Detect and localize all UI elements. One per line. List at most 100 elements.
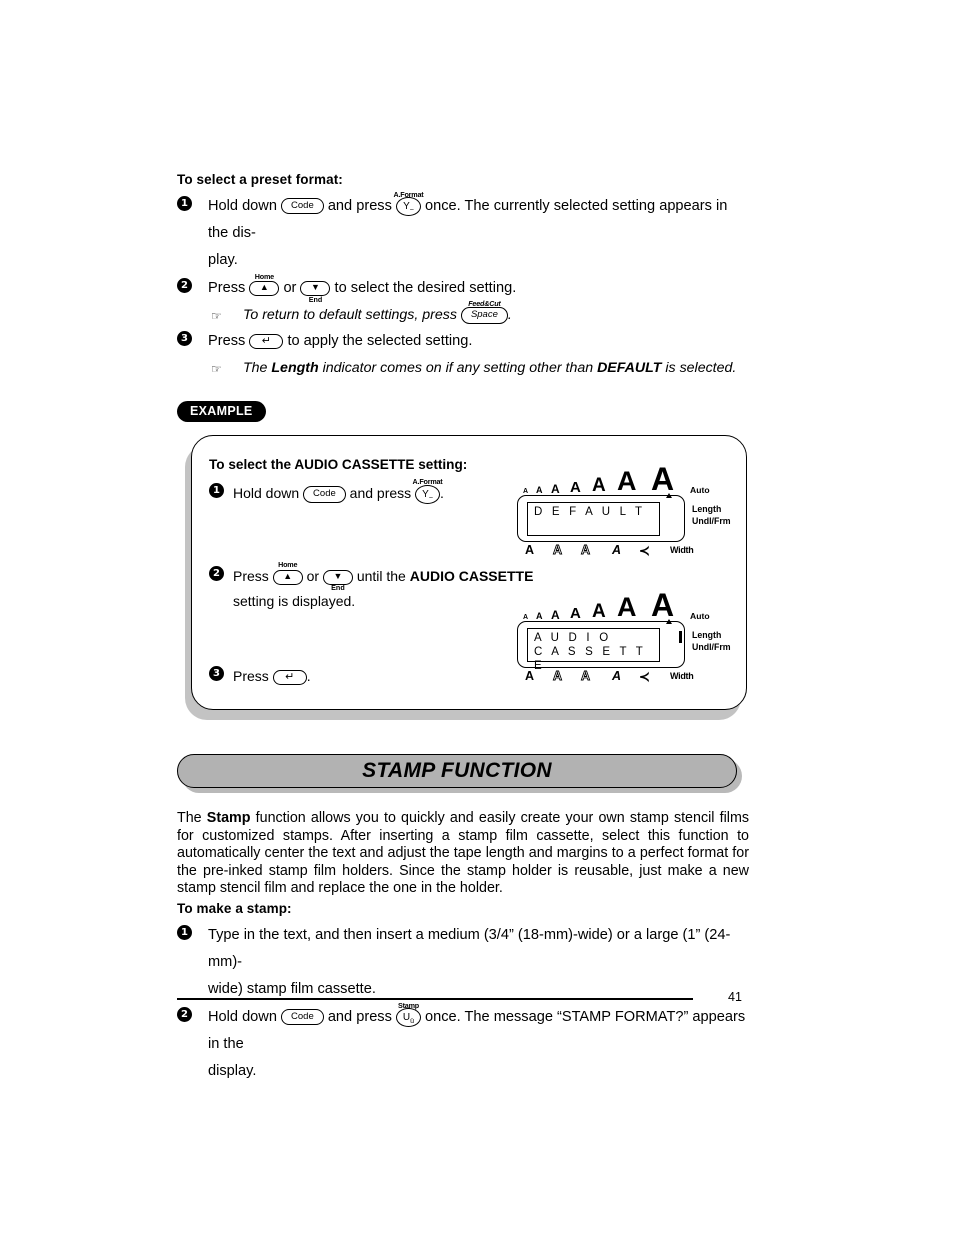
- preset-note-1: ☞ To return to default settings, press F…: [177, 299, 749, 328]
- style-icon-normal: A: [525, 669, 535, 683]
- paragraph-part-2: function allows you to quickly and easil…: [177, 810, 749, 897]
- step-text: or: [306, 568, 320, 584]
- key-enter[interactable]: ↵: [249, 328, 284, 355]
- stamp-step-1: 1 Type in the text, and then insert a me…: [177, 922, 749, 1003]
- key-u-stamp[interactable]: Stamp Uü: [395, 1001, 421, 1031]
- step-text: and press: [327, 198, 392, 214]
- step-number: 1: [177, 924, 192, 940]
- size-letter: A: [651, 461, 675, 497]
- step-number: 3: [177, 331, 192, 346]
- key-code[interactable]: Code: [281, 1004, 324, 1031]
- step-text: Type in the text, and then insert a medi…: [208, 926, 731, 970]
- key-space-feedcut[interactable]: Feed&Cut Space: [460, 299, 508, 328]
- preset-format-heading: To select a preset format:: [177, 172, 343, 187]
- style-icon-outline: A: [553, 543, 563, 558]
- step-text: and press: [327, 1008, 392, 1025]
- preset-step-1: 1 Hold down Code and press A.Format Y~ on…: [177, 190, 749, 274]
- step-text: until the: [356, 568, 406, 584]
- step-number: 1: [209, 483, 224, 498]
- key-up-top-label: Home: [254, 272, 274, 281]
- key-code-label: Code: [303, 486, 346, 503]
- step-text: to apply the selected setting.: [287, 333, 473, 349]
- key-down-bot-label: End: [331, 583, 345, 592]
- key-enter[interactable]: ↵: [272, 664, 307, 689]
- pointing-hand-icon: ☞: [211, 309, 222, 323]
- key-down-end[interactable]: ▼ End: [300, 275, 331, 304]
- preset-step-2: 2 Press Home ▲ or ▼ End to select the desi…: [177, 272, 749, 304]
- key-code-label: Code: [281, 1008, 324, 1026]
- key-up-top-label: Home: [278, 560, 298, 569]
- lcd-text-line-1: A U D I O: [534, 632, 612, 644]
- lcd-display-audio-cassette: A A A A A A A Auto A U D I O C A S S E T…: [517, 588, 731, 689]
- example-bold-audio-cassette: AUDIO CASSETTE: [409, 568, 534, 584]
- lcd-auto-label: Auto: [690, 485, 710, 495]
- step-text: Press: [233, 668, 269, 684]
- pointing-hand-icon: ☞: [211, 362, 222, 376]
- step-text-wrap: display.: [208, 1062, 257, 1079]
- step-text: Hold down: [208, 198, 277, 214]
- step-text: and press: [349, 485, 412, 501]
- step-text: Press: [233, 568, 269, 584]
- preset-note-2: ☞ The Length indicator comes on if any s…: [177, 356, 749, 381]
- lcd-bottom-indicators-default: A A A A ≺ Width: [517, 543, 694, 563]
- lcd-undl-frm-label: Undl/Frm: [692, 515, 731, 526]
- style-icon-flag: ≺: [639, 669, 650, 684]
- style-icon-outline: A: [553, 669, 563, 684]
- style-icon-italic: A: [612, 543, 622, 557]
- lcd-screen-audio: A U D I O C A S S E T T E: [527, 628, 660, 672]
- size-letter: A: [570, 605, 581, 622]
- key-code[interactable]: Code: [281, 193, 324, 220]
- style-icon-shadow: A: [581, 669, 591, 684]
- style-icon-flag: ≺: [639, 543, 650, 558]
- manual-page: To select a preset format: 1 Hold down C…: [0, 0, 954, 1235]
- step-number: 3: [209, 666, 224, 681]
- note-bold-default: DEFAULT: [597, 360, 662, 376]
- step-text: Hold down: [233, 485, 300, 501]
- size-letter: A: [536, 485, 543, 495]
- style-icon-normal: A: [525, 543, 535, 557]
- key-y-aformat[interactable]: A.Format Y~: [413, 477, 443, 506]
- step-text: Hold down: [208, 1008, 277, 1025]
- key-u-top-label: Stamp: [397, 1000, 419, 1010]
- lcd-size-scale-audio: A A A A A A A: [523, 588, 675, 621]
- note-text-end: .: [507, 307, 512, 323]
- step-number: 1: [177, 196, 192, 211]
- key-up-home[interactable]: Home ▲: [272, 560, 303, 589]
- lcd-bottom-indicators-audio: A A A A ≺ Width: [517, 669, 694, 689]
- style-icon-shadow: A: [581, 543, 591, 558]
- stamp-intro-paragraph: The Stamp function allows you to quickly…: [177, 810, 749, 898]
- lcd-size-scale-default: A A A A A A A: [523, 462, 675, 495]
- step-text: or: [283, 280, 297, 296]
- page-number: 41: [728, 990, 742, 1004]
- step-text-wrap: wide) stamp film cassette.: [208, 980, 376, 997]
- step-text-end: .: [306, 668, 311, 684]
- step-text: Press: [208, 333, 246, 349]
- note-bold-length: Length: [271, 360, 319, 376]
- key-space-top-label: Feed&Cut: [468, 299, 501, 308]
- key-code[interactable]: Code: [303, 481, 346, 506]
- key-y-top-label: A.Format: [393, 190, 424, 199]
- key-up-home[interactable]: Home ▲: [249, 272, 280, 302]
- lcd-length-label: Length: [692, 630, 722, 640]
- paragraph-bold-stamp: Stamp: [206, 810, 251, 826]
- lcd-frame-audio: Auto A U D I O C A S S E T T E Length Un…: [517, 611, 731, 672]
- size-letter: A: [570, 479, 581, 496]
- paragraph-part-1: The: [177, 810, 207, 826]
- style-icon-italic: A: [612, 669, 622, 683]
- step-text: Press: [208, 280, 246, 296]
- preset-step-3: 3 Press ↵ to apply the selected setting.: [177, 328, 749, 355]
- key-y-aformat[interactable]: A.Format Y~: [393, 190, 424, 220]
- lcd-frame-default: Auto D E F A U L T Length Undl/Frm: [517, 485, 731, 542]
- lcd-auto-label: Auto: [690, 611, 710, 621]
- example-box-wrapper: To select the AUDIO CASSETTE setting: 1 …: [177, 435, 749, 720]
- lcd-right-labels-default: Length Undl/Frm: [692, 504, 731, 527]
- key-y-top-label: A.Format: [412, 477, 443, 486]
- key-y-sub: ~: [428, 494, 433, 502]
- step-number: 2: [177, 278, 192, 293]
- lcd-pointer-triangle-icon: [666, 493, 672, 498]
- size-letter: A: [523, 614, 529, 621]
- size-letter: A: [523, 488, 529, 495]
- note-text: To return to default settings, press: [243, 307, 457, 323]
- size-letter: A: [592, 475, 606, 496]
- key-down-end[interactable]: ▼ End: [322, 564, 353, 592]
